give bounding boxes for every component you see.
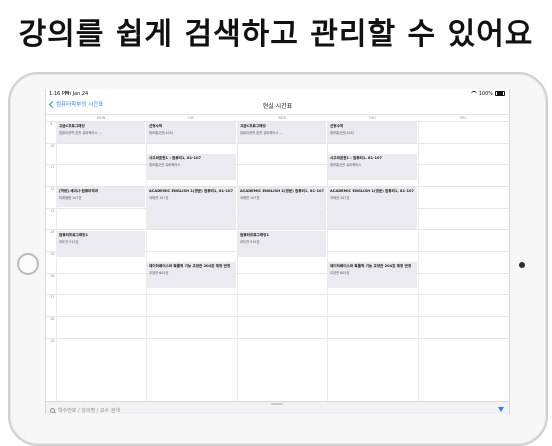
hour-line	[46, 338, 509, 339]
battery-percent: 100%	[478, 90, 493, 97]
app-screen: 1:16 PM Fri Jan 24 100% 현실 시간표 컴퓨터학부의 시간…	[45, 89, 510, 414]
promo-headline: 강의를 쉽게 검색하고 관리할 수 있어요	[18, 17, 534, 52]
event-title: ACADEMIC ENGLISH 1(영문) 컴퓨터1, 81-107	[330, 189, 415, 193]
event-location: 과도관 915호	[59, 240, 79, 244]
page-title: 현실 시간표	[262, 103, 293, 110]
chevron-left-icon	[48, 100, 57, 108]
event-location: 국제관 107호	[149, 196, 169, 200]
hour-label: 15	[50, 252, 55, 256]
hour-label: 11	[50, 165, 55, 169]
wifi-icon	[470, 91, 477, 96]
event-title: ACADEMIC ENGLISH 1(영문) 컴퓨터1, 81-107	[240, 189, 325, 193]
battery-icon	[495, 90, 505, 97]
hour-label: 12	[50, 187, 55, 191]
event-location: 교양관 605호	[149, 271, 169, 275]
event-location: 정보통신관(105)	[149, 131, 174, 135]
event-location: 컴퓨터공학 본관 유비쿼터스 ...	[240, 131, 283, 135]
column-divider	[56, 121, 57, 404]
hour-line	[46, 316, 509, 317]
search-placeholder: 학수번호 / 강의명 / 교수 검색	[58, 407, 120, 414]
hour-label: 18	[50, 317, 55, 321]
home-button	[17, 253, 39, 275]
search-icon	[50, 407, 55, 413]
timetable-grid: 9 10 11 12 13 14 15 16 17 18 19 고급C프로그래밍…	[46, 121, 509, 404]
event-location: 미래융합 107호	[59, 196, 82, 200]
hour-line	[46, 273, 509, 274]
event-title: 선형수학	[330, 124, 344, 128]
day-label-tue: TUE	[187, 116, 195, 120]
event-title: 데이터베이스와 확률적 기능 교양관 204호 예정 변경	[330, 264, 412, 268]
event-title: 사고와표현1 : 컴퓨터1, 81-107	[330, 156, 383, 160]
event-card[interactable]: 선형수학 정보통신관(105)	[147, 122, 236, 143]
event-title: 선형수학	[149, 124, 163, 128]
back-button[interactable]: 컴퓨터학부의 시간표	[48, 100, 104, 108]
event-card[interactable]: 데이터베이스와 확률적 기능 교양관 204호 예정 변경 교양관 605호	[147, 262, 236, 288]
search-input[interactable]: 학수번호 / 강의명 / 교수 검색	[50, 406, 490, 414]
event-location: 정보통신관(105)	[330, 131, 355, 135]
event-card[interactable]: 사고와표현1 : 컴퓨터1, 81-107 정보통신관 유비쿼터스	[328, 154, 417, 180]
event-location: 컴퓨터공학 본관 유비쿼터스 ...	[59, 131, 102, 135]
hour-label: 17	[50, 295, 55, 299]
event-location: 국제관 107호	[330, 196, 350, 200]
event-card[interactable]: 컴퓨터프로그래밍1 과도관 915호	[57, 231, 145, 257]
event-card[interactable]: ACADEMIC ENGLISH 1(영문) 컴퓨터1, 81-107 국제관 …	[238, 187, 326, 229]
event-location: 국제관 107호	[240, 196, 260, 200]
hour-label: 16	[50, 274, 55, 278]
sheet-grabber[interactable]	[271, 403, 283, 405]
event-card[interactable]: 데이터베이스와 확률적 기능 교양관 204호 예정 변경 교양관 605호	[328, 262, 417, 288]
event-card[interactable]: 고급C프로그래밍 컴퓨터공학 본관 유비쿼터스 ...	[238, 122, 326, 143]
event-location: 과도관 915호	[240, 240, 260, 244]
event-location: 정보통신관 유비쿼터스	[330, 163, 362, 167]
event-card[interactable]: ACADEMIC ENGLISH 1(영문) 컴퓨터1, 81-107 국제관 …	[147, 187, 236, 229]
day-label-thu: THU	[368, 116, 376, 120]
event-title: 데이터베이스와 확률적 기능 교양관 204호 예정 변경	[149, 264, 231, 268]
navigation-bar: 현실 시간표 컴퓨터학부의 시간표	[46, 98, 509, 112]
event-card[interactable]: 고급C프로그래밍 컴퓨터공학 본관 유비쿼터스 ...	[57, 122, 145, 143]
day-label-wed: WED	[277, 116, 287, 120]
hour-line	[46, 164, 509, 165]
hour-label: 14	[50, 230, 55, 234]
status-indicators: 100%	[470, 90, 505, 97]
status-bar: 1:16 PM Fri Jan 24 100%	[46, 89, 509, 98]
hour-line	[46, 294, 509, 295]
event-title: [역량] 세미나-컴퓨터학과	[59, 189, 99, 193]
event-title: 고급C프로그래밍	[59, 124, 85, 128]
column-divider	[237, 121, 238, 404]
hour-label: 9	[50, 122, 53, 126]
back-button-label: 컴퓨터학부의 시간표	[56, 102, 104, 108]
event-card[interactable]: 선형수학 정보통신관(105)	[328, 122, 417, 143]
day-label-fri: FRI	[460, 116, 466, 120]
hour-label: 13	[50, 209, 55, 213]
search-bar: 학수번호 / 강의명 / 교수 검색	[46, 401, 509, 414]
column-divider	[418, 121, 419, 404]
event-card[interactable]: [역량] 세미나-컴퓨터학과 미래융합 107호	[57, 187, 145, 207]
event-card[interactable]: 사고와표현1 : 컴퓨터1, 81-107 정보통신관 유비쿼터스	[147, 154, 236, 180]
front-camera	[519, 262, 525, 268]
event-title: 사고와표현1 : 컴퓨터1, 81-107	[149, 156, 202, 160]
day-label-mon: MON	[96, 116, 106, 120]
event-title: 컴퓨터프로그래밍1	[59, 233, 88, 237]
event-card[interactable]: ACADEMIC ENGLISH 1(영문) 컴퓨터1, 81-107 국제관 …	[328, 187, 417, 229]
hour-line	[46, 143, 509, 144]
filter-icon[interactable]	[498, 407, 504, 412]
event-title: 컴퓨터프로그래밍1	[240, 233, 269, 237]
status-date: Fri Jan 24	[65, 90, 89, 97]
event-location: 교양관 605호	[330, 271, 350, 275]
event-title: ACADEMIC ENGLISH 1(영문) 컴퓨터1, 81-107	[149, 189, 234, 193]
hour-label: 19	[50, 339, 55, 343]
event-location: 정보통신관 유비쿼터스	[149, 163, 181, 167]
hour-line	[46, 229, 509, 230]
event-title: 고급C프로그래밍	[240, 124, 266, 128]
hour-label: 10	[50, 144, 55, 148]
event-card[interactable]: 컴퓨터프로그래밍1 과도관 915호	[238, 231, 326, 257]
